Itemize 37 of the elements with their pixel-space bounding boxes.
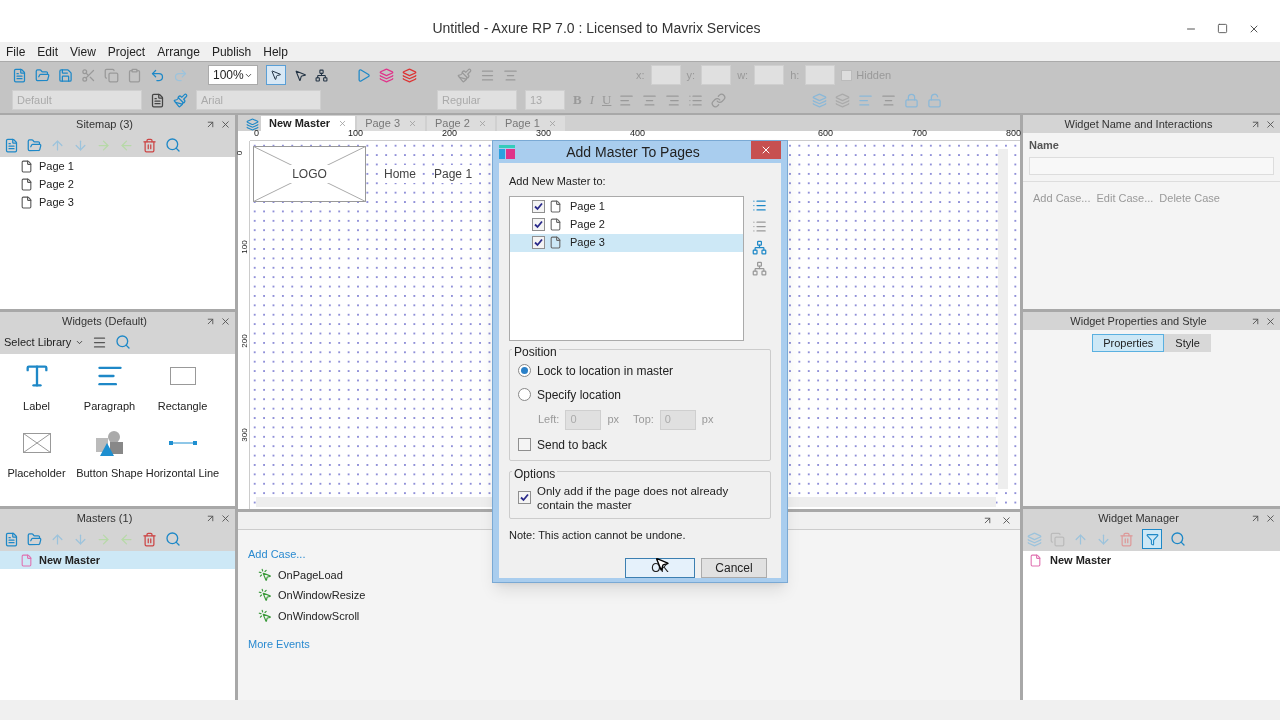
- ruler-label: 200: [240, 334, 249, 348]
- logo-text: LOGO: [288, 165, 331, 183]
- ruler-label: 100: [240, 240, 249, 254]
- list-label: Add New Master to:: [509, 174, 607, 189]
- panel-title: Widget Properties and Style: [1070, 313, 1207, 329]
- ruler-label: 100: [348, 129, 364, 138]
- nav-text: Page 1: [434, 165, 473, 183]
- ruler-label: 300: [536, 129, 552, 138]
- widget-label: Rectangle: [157, 399, 208, 414]
- panel-title: Widgets (Default): [62, 313, 147, 329]
- panel-title: Sitemap (3): [76, 116, 133, 132]
- widget-label: Placeholder: [7, 465, 66, 481]
- widget-label: Paragraph: [83, 399, 136, 414]
- dialog-title: Add Master To Pages: [566, 142, 700, 162]
- unit-label: px: [607, 412, 620, 428]
- widget-label: Label: [23, 399, 50, 414]
- left-label: Left:: [538, 412, 560, 428]
- ruler-label: 0: [254, 129, 259, 138]
- ruler-label: 700: [912, 129, 928, 138]
- ruler-label: 300: [240, 428, 249, 442]
- top-label: Top:: [633, 412, 654, 428]
- name-label: Name: [1028, 138, 1060, 153]
- panel-title: Widget Name and Interactions: [1064, 116, 1213, 132]
- ruler-label: 400: [630, 129, 646, 138]
- ruler-label: 200: [442, 129, 458, 138]
- window-title: Untitled - Axure RP 7.0 : Licensed to Mavrix Services: [432, 19, 761, 38]
- note-text: Note: This action cannot be undone.: [509, 527, 687, 543]
- ruler-label: 0: [236, 150, 245, 156]
- ruler-label: 800: [1006, 129, 1022, 138]
- panel-title: Masters (1): [76, 510, 133, 526]
- ruler-label: 600: [818, 129, 834, 138]
- unit-label: px: [701, 412, 714, 428]
- panel-title: Widget Manager: [1098, 510, 1179, 526]
- widget-label: Horizontal Line: [145, 465, 220, 481]
- nav-text: Home: [384, 165, 416, 183]
- widget-label: Button Shape: [76, 465, 143, 481]
- option-text: Only add if the page does not already contain the master: [537, 483, 730, 512]
